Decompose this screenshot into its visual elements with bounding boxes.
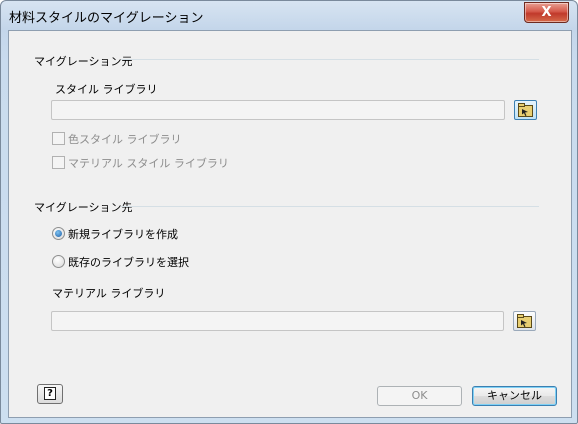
material-style-library-label: マテリアル スタイル ライブラリ (68, 157, 229, 170)
folder-browse-icon (517, 314, 532, 328)
select-existing-library-radio[interactable] (52, 255, 65, 268)
material-style-library-checkbox[interactable] (52, 156, 65, 169)
destination-section-divider (121, 206, 539, 207)
ok-button[interactable]: OK (377, 386, 462, 406)
style-library-label: スタイル ライブラリ (55, 83, 158, 96)
help-button[interactable]: ? (37, 384, 63, 404)
close-icon: X (541, 5, 552, 20)
title-bar[interactable]: 材料スタイルのマイグレーション X (1, 1, 577, 30)
folder-browse-icon (518, 103, 533, 117)
source-section-header: マイグレーション元 (34, 55, 133, 68)
material-library-browse-button[interactable] (513, 311, 536, 331)
material-library-path-input[interactable] (51, 311, 504, 331)
destination-section-header: マイグレーション先 (34, 201, 133, 214)
create-new-library-label[interactable]: 新規ライブラリを作成 (68, 226, 178, 242)
color-style-library-label: 色スタイル ライブラリ (68, 133, 182, 146)
close-button[interactable]: X (524, 2, 569, 23)
source-section-divider (121, 59, 539, 60)
dialog-client-area: マイグレーション元 スタイル ライブラリ 色スタイル ライブラリ マテリアル ス… (8, 30, 572, 418)
style-library-browse-button[interactable] (514, 100, 537, 120)
material-library-label: マテリアル ライブラリ (52, 287, 166, 300)
help-icon: ? (44, 387, 56, 400)
window-title: 材料スタイルのマイグレーション (9, 11, 204, 26)
dialog-window: 材料スタイルのマイグレーション X マイグレーション元 スタイル ライブラリ 色… (0, 0, 578, 424)
color-style-library-checkbox[interactable] (52, 132, 65, 145)
select-existing-library-label[interactable]: 既存のライブラリを選択 (68, 254, 189, 270)
style-library-path-input[interactable] (51, 100, 505, 120)
cancel-button[interactable]: キャンセル (472, 386, 557, 406)
create-new-library-radio[interactable] (52, 227, 65, 240)
